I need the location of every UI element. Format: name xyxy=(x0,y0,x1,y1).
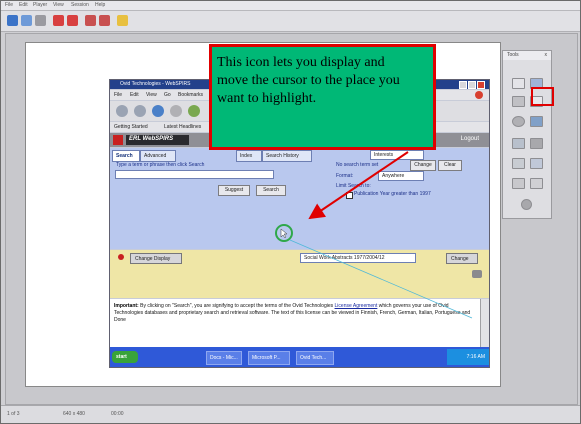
mouse-cursor-icon xyxy=(280,228,288,239)
annotation-overlay xyxy=(275,151,473,319)
pointer-arrow xyxy=(308,151,409,220)
cursor-path-line xyxy=(289,239,473,319)
